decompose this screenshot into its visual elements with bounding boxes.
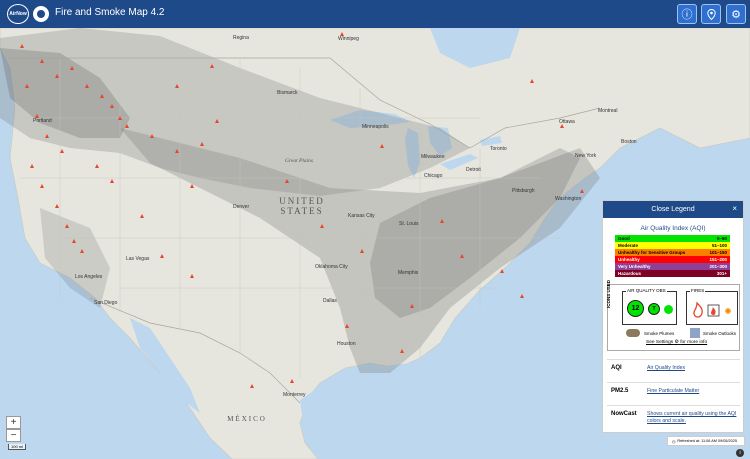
icons-used-label: ICONS USED: [606, 279, 611, 308]
term-aqi: AQI: [611, 365, 622, 371]
country-label-mexico: MÉXICO: [227, 415, 267, 423]
refresh-timestamp: ◷ Refreshed at: 11:06 AM 09/05/2025: [667, 436, 745, 446]
city-label: San Diego: [94, 300, 118, 306]
divider: [607, 359, 740, 360]
city-label: St. Louis: [399, 221, 419, 227]
city-label: Dallas: [323, 298, 337, 304]
city-label: Detroit: [466, 167, 481, 173]
city-label: Chicago: [424, 173, 443, 179]
info-icon: ⓘ: [681, 9, 693, 21]
city-label: Monterrey: [283, 392, 306, 398]
smoke-outlooks-label: Smoke Outlooks: [703, 331, 737, 336]
app-header: AirNow Fire and Smoke Map 4.2 ⓘ ⚙: [0, 0, 750, 28]
city-label: Montreal: [598, 108, 618, 114]
smoke-outlooks-icon: [690, 328, 700, 338]
map-scale-bar: 100 mi: [8, 444, 27, 450]
term-nowcast: NowCast: [611, 411, 637, 417]
gear-icon: ⚙: [731, 8, 741, 21]
divider: [607, 382, 740, 383]
location-pin-icon: [706, 8, 716, 20]
aqi-level-label: Hazardous: [618, 271, 642, 276]
aqi-scale-table: Good 0–50 Moderate 51–100 Unhealthy for Sens…: [615, 235, 730, 277]
aq-obs-label: AIR QUALITY OBS: [626, 288, 667, 293]
aq-obs-temporary-icon: T: [648, 303, 660, 315]
aqi-definition-link[interactable]: Air Quality Index: [647, 365, 739, 372]
aqi-title: Air Quality Index (AQI): [640, 225, 706, 232]
city-label: Los Angeles: [75, 274, 103, 280]
aq-obs-monitor-icon: 12: [627, 300, 644, 317]
aqi-level-label: Good: [618, 236, 630, 241]
aqi-level-row: Moderate 51–100: [615, 242, 730, 249]
legend-header[interactable]: Close Legend ×: [603, 201, 743, 218]
city-label: Oklahoma City: [315, 264, 348, 270]
city-label: Milwaukee: [421, 154, 445, 160]
city-label: Regina: [233, 35, 249, 41]
aqi-level-range: 151–200: [709, 257, 727, 262]
clock-icon: ◷: [672, 439, 676, 444]
see-settings-link[interactable]: See Settings ⚙ for more info: [646, 340, 707, 345]
city-label: Minneapolis: [362, 124, 389, 130]
aqi-level-row: Unhealthy for Sensitive Groups 101–150: [615, 249, 730, 256]
city-label: Winnipeg: [338, 36, 359, 42]
city-label: Denver: [233, 204, 250, 210]
aqi-level-range: 51–100: [711, 243, 727, 248]
fires-label: FIRES: [690, 288, 706, 293]
airnow-logo[interactable]: AirNow: [7, 4, 29, 24]
fires-box: FIRES: [686, 288, 738, 325]
aqi-level-label: Moderate: [618, 243, 639, 248]
gear-icon: ⚙: [674, 340, 679, 345]
city-label: Boston: [621, 139, 637, 145]
city-label: Houston: [337, 341, 356, 347]
aq-obs-box: AIR QUALITY OBS 12 T: [622, 288, 677, 325]
aqi-level-label: Unhealthy for Sensitive Groups: [618, 250, 686, 255]
aqi-level-row: Hazardous 301+: [615, 270, 730, 277]
zoom-in-button[interactable]: +: [6, 416, 21, 429]
info-button[interactable]: ⓘ: [677, 4, 697, 24]
country-label-us: UNITED STATES: [279, 196, 325, 216]
city-label: Washington: [555, 196, 582, 202]
aqi-level-row: Unhealthy 151–200: [615, 256, 730, 263]
aqi-level-range: 201–300: [709, 264, 727, 269]
aqi-level-label: Very Unhealthy: [618, 264, 651, 269]
term-pm25: PM2.5: [611, 388, 629, 394]
city-label: Ottawa: [559, 119, 575, 125]
city-label: Portland: [33, 118, 52, 124]
aqi-level-range: 0–50: [716, 236, 727, 241]
icons-used-box: ICONS USED AIR QUALITY OBS 12 T FIRES Sm…: [606, 280, 740, 351]
pm25-definition-link[interactable]: Fine Particulate Matter: [647, 388, 739, 395]
city-label: New York: [575, 153, 597, 159]
smoke-plumes-label: Smoke Plumes: [644, 331, 675, 336]
aqi-level-range: 301+: [716, 271, 727, 276]
city-label: Memphis: [398, 270, 419, 276]
city-label: Las Vegas: [126, 256, 150, 262]
city-label: Toronto: [490, 146, 507, 152]
settings-button[interactable]: ⚙: [726, 4, 746, 24]
city-label: Bismarck: [277, 90, 298, 96]
close-icon[interactable]: ×: [732, 204, 737, 213]
swirl-logo-icon: [33, 6, 49, 22]
app-title: Fire and Smoke Map 4.2: [55, 7, 165, 18]
legend-panel: Close Legend × Air Quality Index (AQI) G…: [602, 200, 744, 433]
aqi-level-row: Good 0–50: [615, 235, 730, 242]
region-label-great-plains: Great Plains: [285, 158, 314, 164]
info-icon[interactable]: i: [736, 449, 744, 457]
divider: [607, 405, 740, 406]
fire-icons: [693, 302, 731, 318]
nowcast-definition-link[interactable]: Shows current air quality using the AQI …: [647, 411, 739, 425]
aq-obs-sensor-icon: [664, 305, 673, 314]
aqi-level-label: Unhealthy: [618, 257, 640, 262]
smoke-plumes-icon: [626, 329, 640, 337]
city-label: Pittsburgh: [512, 188, 535, 194]
city-label: Kansas City: [348, 213, 375, 219]
aqi-level-range: 101–150: [709, 250, 727, 255]
zoom-out-button[interactable]: −: [6, 429, 21, 442]
legend-header-label: Close Legend: [651, 206, 695, 213]
aqi-level-row: Very Unhealthy 201–300: [615, 263, 730, 270]
location-button[interactable]: [701, 4, 721, 24]
